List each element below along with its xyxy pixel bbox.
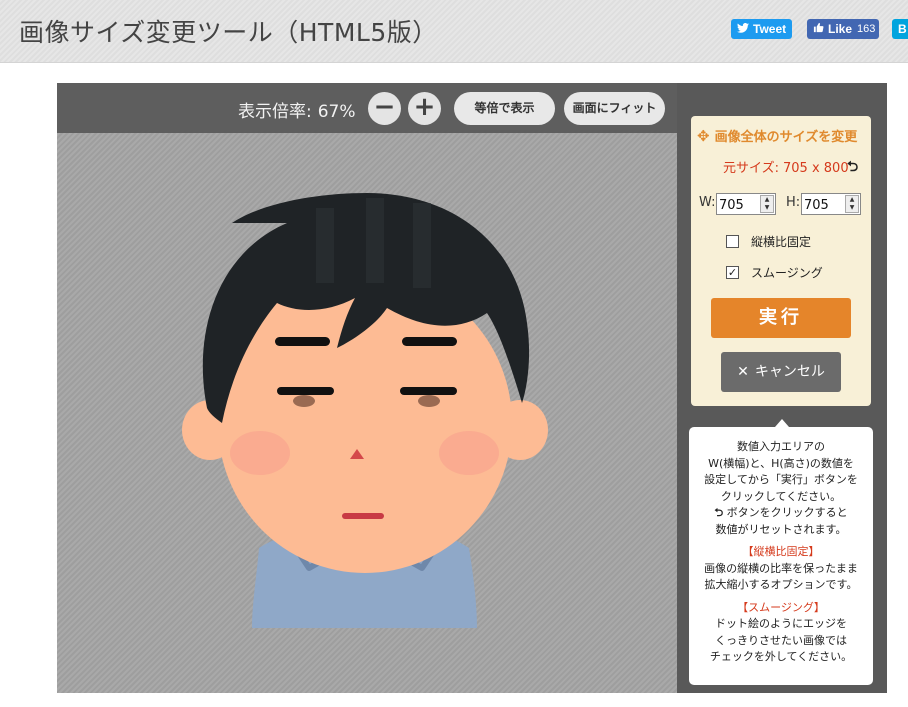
viewer-toolbar: 表示倍率: 67% − + 等倍で表示 画面にフィット — [57, 83, 677, 133]
site-header: 画像サイズ変更ツール（HTML5版） Tweet Like 163 B — [0, 0, 908, 63]
tweet-button[interactable]: Tweet — [731, 19, 792, 39]
thumbs-up-icon — [813, 22, 824, 36]
width-input-box[interactable]: ▲ ▼ — [716, 193, 776, 216]
zoom-out-button[interactable]: − — [368, 92, 401, 125]
like-label: Like — [828, 22, 853, 36]
cancel-label: キャンセル — [754, 364, 825, 380]
move-icon: ✥ — [697, 126, 710, 145]
tweet-label: Tweet — [753, 22, 787, 36]
panel-title: ✥ 画像全体のサイズを変更 — [697, 126, 858, 146]
original-size-label: 元サイズ: — [723, 161, 779, 176]
hatena-bookmark-button[interactable]: B — [892, 19, 908, 39]
help-text: チェックを外してください。 — [709, 650, 853, 663]
width-step-up-icon[interactable]: ▲ — [761, 196, 773, 204]
fit-to-screen-button[interactable]: 画面にフィット — [564, 92, 665, 125]
panel-title-text: 画像全体のサイズを変更 — [714, 130, 858, 145]
help-box: 数値入力エリアの W(横幅)と、H(高さ)の数値を 設定してから「実行」ボタンを… — [689, 419, 873, 685]
help-text: くっきりさせたい画像では — [715, 633, 847, 647]
aspect-lock-option[interactable]: 縦横比固定 — [726, 233, 811, 250]
help-text: ドット絵のようにエッジを — [715, 617, 847, 630]
smoothing-option[interactable]: ✓ スムージング — [726, 264, 823, 281]
help-text: 数値入力エリアの — [737, 440, 825, 453]
aspect-lock-checkbox[interactable] — [726, 235, 739, 248]
image-viewer[interactable]: 表示倍率: 67% − + 等倍で表示 画面にフィット — [57, 83, 677, 693]
help-heading: 【スムージング】 — [737, 600, 825, 614]
help-heading: 【縦横比固定】 — [742, 545, 820, 558]
help-text: ボタンをクリックすると — [726, 506, 848, 519]
height-label: H: — [786, 195, 801, 210]
original-size-value: 705 x 800 — [783, 161, 849, 176]
width-input[interactable] — [717, 195, 759, 216]
run-button[interactable]: 実行 — [711, 298, 851, 338]
height-stepper[interactable]: ▲ ▼ — [845, 195, 859, 213]
smoothing-checkbox[interactable]: ✓ — [726, 266, 739, 279]
help-text: クリックしてください。 — [720, 489, 842, 503]
width-label: W: — [699, 195, 716, 210]
zoom-indicator: 表示倍率: 67% — [238, 97, 356, 122]
help-text: ⮌ ボタンをクリックすると — [689, 505, 873, 522]
zoom-value: 67% — [317, 102, 356, 122]
zoom-in-button[interactable]: + — [408, 92, 441, 125]
width-stepper[interactable]: ▲ ▼ — [760, 195, 774, 213]
original-size: 元サイズ: 705 x 800 — [723, 157, 849, 176]
boy-illustration — [182, 193, 548, 628]
resize-panel: ✥ 画像全体のサイズを変更 元サイズ: 705 x 800 ⮌ W: ▲ ▼ H:… — [691, 116, 871, 406]
height-step-up-icon[interactable]: ▲ — [846, 196, 858, 204]
help-text: 数値がリセットされます。 — [715, 522, 847, 536]
smoothing-label: スムージング — [751, 266, 823, 280]
height-input[interactable] — [802, 195, 844, 216]
width-step-down-icon[interactable]: ▼ — [761, 204, 773, 212]
twitter-bird-icon — [737, 22, 749, 36]
height-input-box[interactable]: ▲ ▼ — [801, 193, 861, 216]
page-title: 画像サイズ変更ツール（HTML5版） — [19, 18, 438, 47]
help-text: 設定してから「実行」ボタンを — [704, 473, 858, 486]
settings-sidebar: ✥ 画像全体のサイズを変更 元サイズ: 705 x 800 ⮌ W: ▲ ▼ H:… — [677, 83, 887, 693]
reset-icon[interactable]: ⮌ — [847, 156, 858, 180]
zoom-label: 表示倍率: — [238, 102, 312, 122]
help-text: 拡大縮小するオプションです。 — [704, 578, 858, 591]
image-canvas[interactable] — [57, 133, 677, 693]
height-step-down-icon[interactable]: ▼ — [846, 204, 858, 212]
actual-size-button[interactable]: 等倍で表示 — [454, 92, 555, 125]
hatena-label: B — [898, 22, 907, 36]
reset-icon: ⮌ — [714, 506, 724, 519]
like-count: 163 — [857, 23, 876, 35]
cancel-button[interactable]: ✕ キャンセル — [721, 352, 841, 392]
help-text: W(横幅)と、H(高さ)の数値を — [708, 456, 854, 470]
aspect-lock-label: 縦横比固定 — [751, 235, 812, 249]
facebook-like-button[interactable]: Like 163 — [807, 19, 879, 39]
close-icon: ✕ — [737, 364, 749, 380]
help-text: 画像の縦横の比率を保ったまま — [704, 561, 858, 575]
